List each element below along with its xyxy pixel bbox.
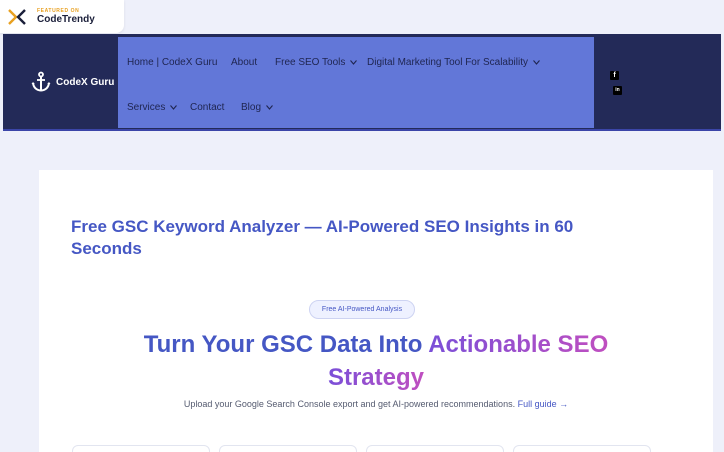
chevron-down-icon <box>170 105 178 110</box>
nav-label-blog: Blog <box>241 102 262 113</box>
logo-text: CodeX Guru <box>56 76 115 88</box>
site-logo[interactable]: CodeX Guru <box>30 71 114 93</box>
hero-heading-accent-2: Strategy <box>327 364 425 391</box>
feature-tile[interactable] <box>513 445 651 452</box>
hero-heading: Turn Your GSC Data Into Actionable SEO S… <box>39 328 713 394</box>
chevron-down-icon <box>266 105 273 110</box>
hero-heading-plain: Turn Your GSC Data Into <box>143 331 429 358</box>
hero-subtitle-text: Upload your Google Search Console export… <box>183 399 516 409</box>
nav-label-contact: Contact <box>190 102 225 113</box>
hero-heading-accent: Actionable SEO <box>428 331 609 358</box>
featured-badge[interactable]: FEATURED ON CodeTrendy <box>0 0 124 33</box>
codetrendy-logo-icon <box>8 9 26 25</box>
anchor-icon <box>31 71 51 92</box>
facebook-icon[interactable]: f <box>610 71 619 80</box>
analysis-badge: Free AI-Powered Analysis <box>309 300 415 319</box>
full-guide-link[interactable]: Full guide → <box>518 399 569 409</box>
facebook-glyph: f <box>613 72 616 79</box>
nav-item-services[interactable]: Services <box>127 102 178 113</box>
nav-label-free-seo-tools: Free SEO Tools <box>275 57 346 68</box>
main-content-card: Free GSC Keyword Analyzer — AI-Powered S… <box>39 170 713 452</box>
main-navigation: Home | CodeX Guru About Free SEO Tools D… <box>118 37 594 128</box>
feature-tile[interactable] <box>366 445 504 452</box>
linkedin-icon[interactable]: in <box>613 86 622 95</box>
linkedin-glyph: in <box>615 87 620 93</box>
nav-label-digital-marketing: Digital Marketing Tool For Scalability <box>367 57 528 68</box>
nav-item-about[interactable]: About <box>231 57 257 68</box>
nav-label-services: Services <box>127 102 166 113</box>
nav-item-home[interactable]: Home | CodeX Guru <box>127 57 217 68</box>
feature-tile[interactable] <box>219 445 357 452</box>
site-header: CodeX Guru Home | CodeX Guru About Free … <box>3 34 721 131</box>
chevron-down-icon <box>350 60 358 65</box>
nav-item-blog[interactable]: Blog <box>241 102 273 113</box>
feature-tile[interactable] <box>72 445 210 452</box>
page-title: Free GSC Keyword Analyzer — AI-Powered S… <box>71 217 574 258</box>
hero-subtitle: Upload your Google Search Console export… <box>39 399 713 409</box>
chevron-down-icon <box>533 60 540 65</box>
nav-item-digital-marketing[interactable]: Digital Marketing Tool For Scalability <box>367 57 540 68</box>
nav-item-contact[interactable]: Contact <box>190 102 224 113</box>
codetrendy-label: CodeTrendy <box>37 14 95 25</box>
nav-item-free-seo-tools[interactable]: Free SEO Tools <box>275 57 358 68</box>
nav-label-home: Home | CodeX Guru <box>127 57 218 68</box>
nav-label-about: About <box>231 57 258 68</box>
